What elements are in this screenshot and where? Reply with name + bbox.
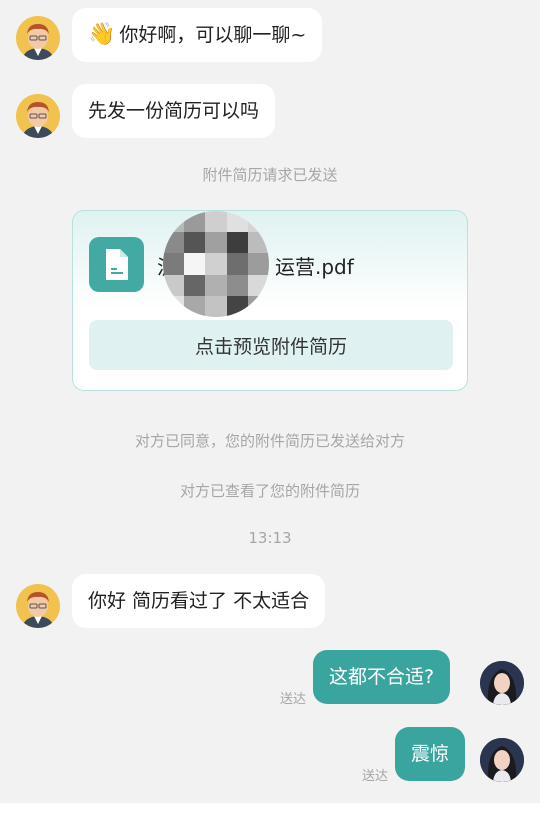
bottom-bar [0, 803, 540, 815]
attachment-card[interactable]: 泸运营.pdf 点击预览附件简历 [72, 210, 468, 391]
file-name-suffix: 运营.pdf [275, 255, 354, 279]
recruiter-avatar[interactable] [16, 584, 60, 628]
wave-emoji-icon: 👋 [88, 22, 116, 47]
message-bubble[interactable]: 👋 你好啊，可以聊一聊~ [72, 8, 323, 62]
message-text: 你好啊，可以聊一聊~ [119, 24, 307, 46]
message-text: 震惊 [411, 743, 450, 765]
recruiter-avatar[interactable] [16, 94, 60, 138]
man-avatar-icon [16, 16, 60, 60]
delivery-status: 送达 [280, 692, 307, 707]
document-icon [89, 237, 144, 292]
message-bubble[interactable]: 你好 简历看过了 不太适合 [72, 574, 326, 628]
system-notice: 对方已查看了您的附件简历 [179, 482, 360, 500]
delivery-status: 送达 [362, 769, 389, 784]
my-message-bubble[interactable]: 这都不合适? [313, 650, 451, 704]
man-avatar-icon [16, 584, 60, 628]
system-notice: 对方已同意，您的附件简历已发送给对方 [134, 432, 405, 450]
timestamp: 13:13 [248, 529, 292, 547]
preview-resume-button[interactable]: 点击预览附件简历 [89, 320, 453, 370]
pixelated-mosaic [163, 211, 269, 317]
message-text: 你好 简历看过了 不太适合 [88, 590, 310, 612]
my-message-bubble[interactable]: 震惊 [395, 727, 466, 781]
woman-avatar-icon [480, 661, 524, 705]
message-bubble[interactable]: 先发一份简历可以吗 [72, 84, 276, 138]
woman-avatar-icon [480, 738, 524, 782]
message-text: 先发一份简历可以吗 [88, 100, 260, 122]
my-avatar[interactable] [480, 661, 524, 705]
system-notice: 附件简历请求已发送 [202, 166, 338, 184]
man-avatar-icon [16, 94, 60, 138]
my-avatar[interactable] [480, 738, 524, 782]
recruiter-avatar[interactable] [16, 16, 60, 60]
message-text: 这都不合适? [329, 666, 435, 688]
